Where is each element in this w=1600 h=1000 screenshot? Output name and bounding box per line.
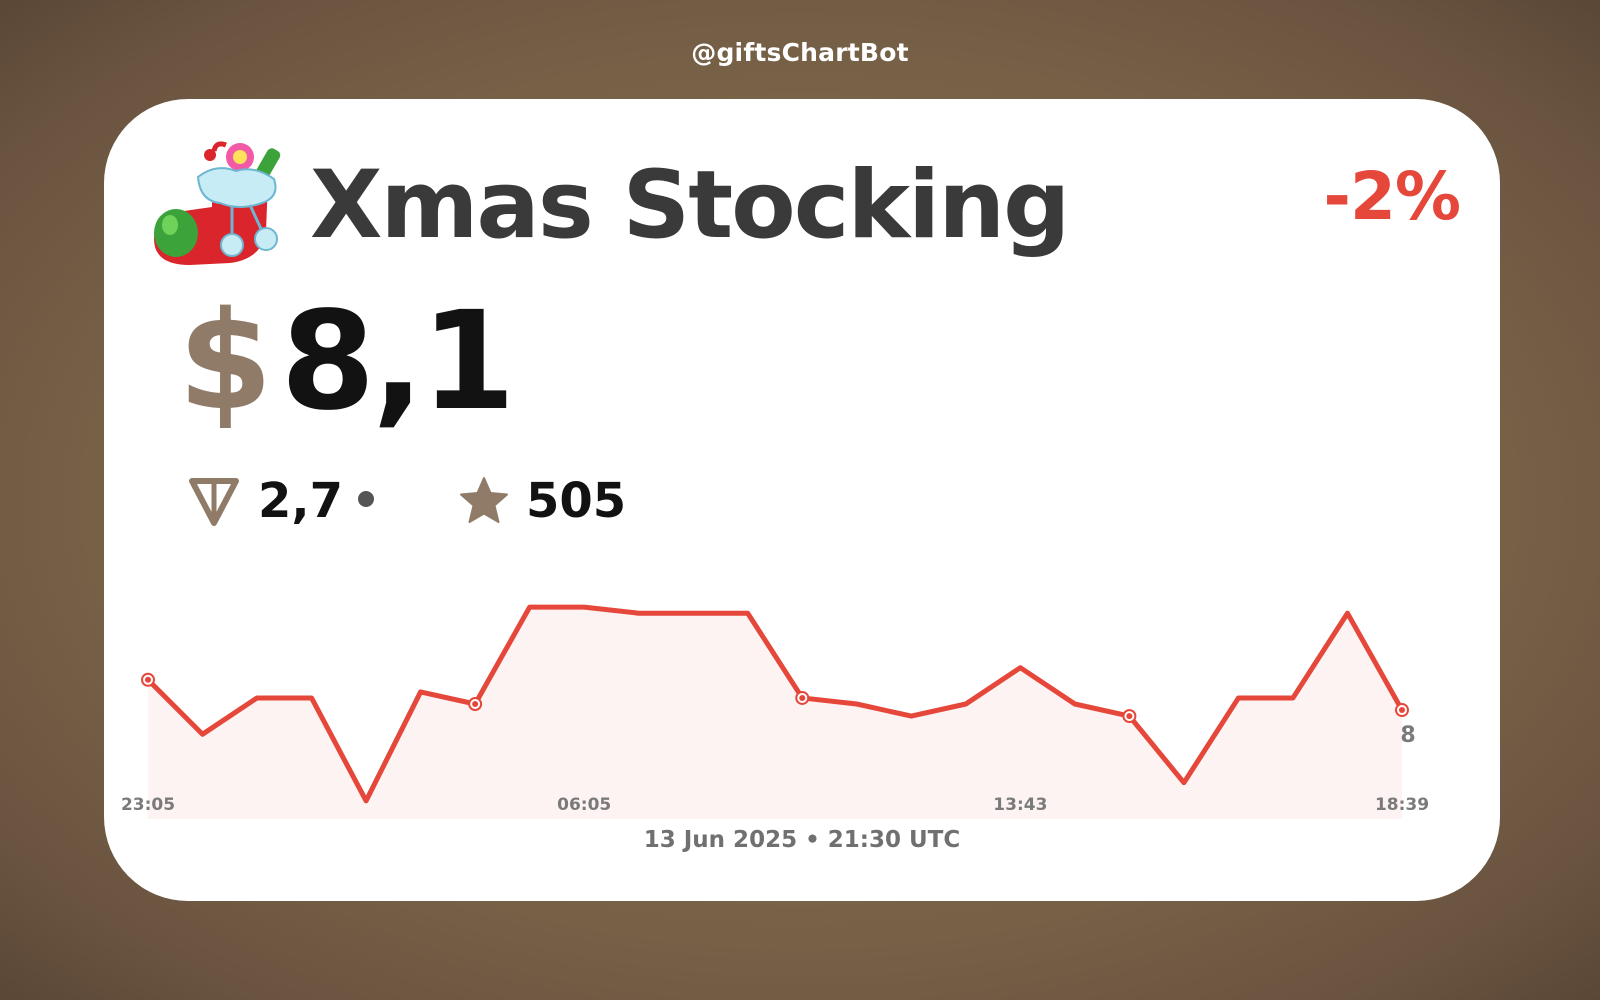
price-value: 8,1 xyxy=(280,283,516,441)
star-icon xyxy=(460,477,508,523)
chart-marker xyxy=(141,672,155,687)
xmas-stocking-icon xyxy=(154,141,281,265)
x-tick-label: 23:05 xyxy=(121,795,175,815)
x-tick-label: 13:43 xyxy=(993,795,1047,815)
bot-handle: @giftsChartBot xyxy=(691,38,909,67)
price-change-badge: -2% xyxy=(1323,158,1461,235)
chart-marker xyxy=(795,690,810,705)
ton-icon xyxy=(189,478,239,526)
gift-price-card: Xmas Stocking -2% $8,1 2,7 505 23:05 06:0… xyxy=(104,99,1500,901)
chart-date: 13 Jun 2025 • 21:30 UTC xyxy=(643,827,961,853)
ton-price-value: 2,7 xyxy=(258,473,344,529)
currency-symbol: $ xyxy=(178,283,273,441)
x-tick-label: 06:05 xyxy=(557,795,611,815)
x-tick-label: 18:39 xyxy=(1375,795,1429,815)
chart-marker xyxy=(1122,709,1137,724)
gift-title: Xmas Stocking xyxy=(310,151,1070,260)
separator-dot xyxy=(358,491,374,507)
price-display: $8,1 xyxy=(178,287,516,437)
chart-marker xyxy=(468,697,483,711)
stars-price-value: 505 xyxy=(526,473,627,529)
chart-area xyxy=(148,607,1402,819)
price-chart: 23:05 06:05 13:43 18:39 8 xyxy=(121,604,1429,819)
chart-marker xyxy=(1395,703,1409,718)
last-value-label: 8 xyxy=(1400,723,1415,748)
